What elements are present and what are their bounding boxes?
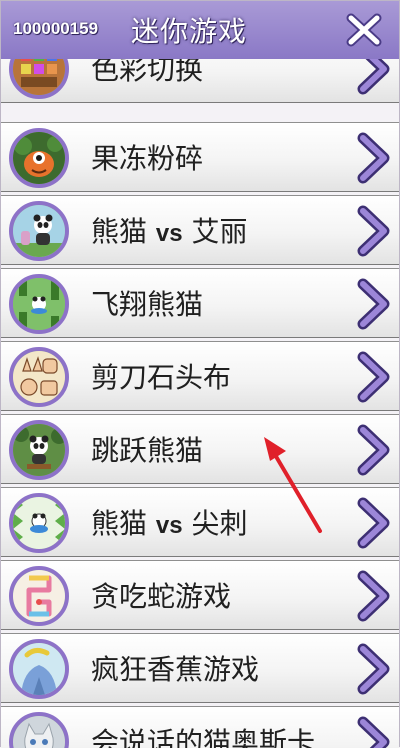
crazy-banana-thumbnail: [9, 639, 69, 699]
list-item-label: 色彩切换: [91, 59, 204, 86]
chevron-right-icon: [357, 132, 390, 184]
chevron-right-icon: [357, 205, 390, 257]
close-button[interactable]: [346, 13, 382, 47]
list-item-jumping-panda[interactable]: 跳跃熊猫: [1, 414, 399, 484]
chevron-right-icon: [357, 351, 390, 403]
list-item-panda-vs-ailly[interactable]: 熊猫 vs 艾丽: [1, 195, 399, 265]
list-item-label: 熊猫 vs 尖刺: [91, 507, 248, 540]
chevron-right-icon: [357, 570, 390, 622]
list-item-rock-paper-scissors[interactable]: 剪刀石头布: [1, 341, 399, 411]
panda-vs-spikes-thumbnail: [9, 493, 69, 553]
rock-paper-scissors-thumbnail: [9, 347, 69, 407]
jumping-panda-thumbnail: [9, 420, 69, 480]
snake-game-thumbnail: [9, 566, 69, 626]
list-item-label: 果冻粉碎: [91, 142, 204, 175]
chevron-right-icon: [357, 643, 390, 695]
chevron-right-icon: [357, 716, 390, 748]
list-item-label: 疯狂香蕉游戏: [91, 653, 260, 686]
chevron-right-icon: [357, 278, 390, 330]
panda-vs-ailly-thumbnail: [9, 201, 69, 261]
list-item-snake-game[interactable]: 贪吃蛇游戏: [1, 560, 399, 630]
close-x-icon: [346, 13, 382, 47]
title-bar: 100000159 迷你游戏: [1, 1, 399, 60]
list-item-panda-vs-spikes[interactable]: 熊猫 vs 尖刺: [1, 487, 399, 557]
color-switch-thumbnail: [9, 59, 69, 99]
list-item-label: 跳跃熊猫: [91, 434, 204, 467]
chevron-right-icon: [357, 424, 390, 476]
list-item-label: 飞翔熊猫: [91, 288, 204, 321]
user-id: 100000159: [13, 19, 99, 38]
list-item-label: 会说话的猫奥斯卡: [91, 726, 316, 748]
list-item-jelly-crush[interactable]: 果冻粉碎: [1, 122, 399, 192]
page-title: 迷你游戏: [131, 15, 248, 48]
list-item-label: 熊猫 vs 艾丽: [91, 215, 248, 248]
flying-panda-thumbnail: [9, 274, 69, 334]
list-item-talking-cat-oscar[interactable]: 会说话的猫奥斯卡: [1, 706, 399, 748]
game-list: 色彩切换 果冻粉碎 熊猫 vs 艾丽 飞翔熊猫 剪刀石头布 跳跃熊猫 熊猫 vs…: [1, 59, 399, 748]
list-item-color-switch[interactable]: 色彩切换: [1, 59, 399, 103]
talking-cat-oscar-thumbnail: [9, 712, 69, 748]
jelly-crush-thumbnail: [9, 128, 69, 188]
list-item-label: 剪刀石头布: [91, 361, 232, 394]
list-item-crazy-banana[interactable]: 疯狂香蕉游戏: [1, 633, 399, 703]
list-item-flying-panda[interactable]: 飞翔熊猫: [1, 268, 399, 338]
chevron-right-icon: [357, 59, 390, 95]
list-item-label: 贪吃蛇游戏: [91, 580, 232, 613]
chevron-right-icon: [357, 497, 390, 549]
